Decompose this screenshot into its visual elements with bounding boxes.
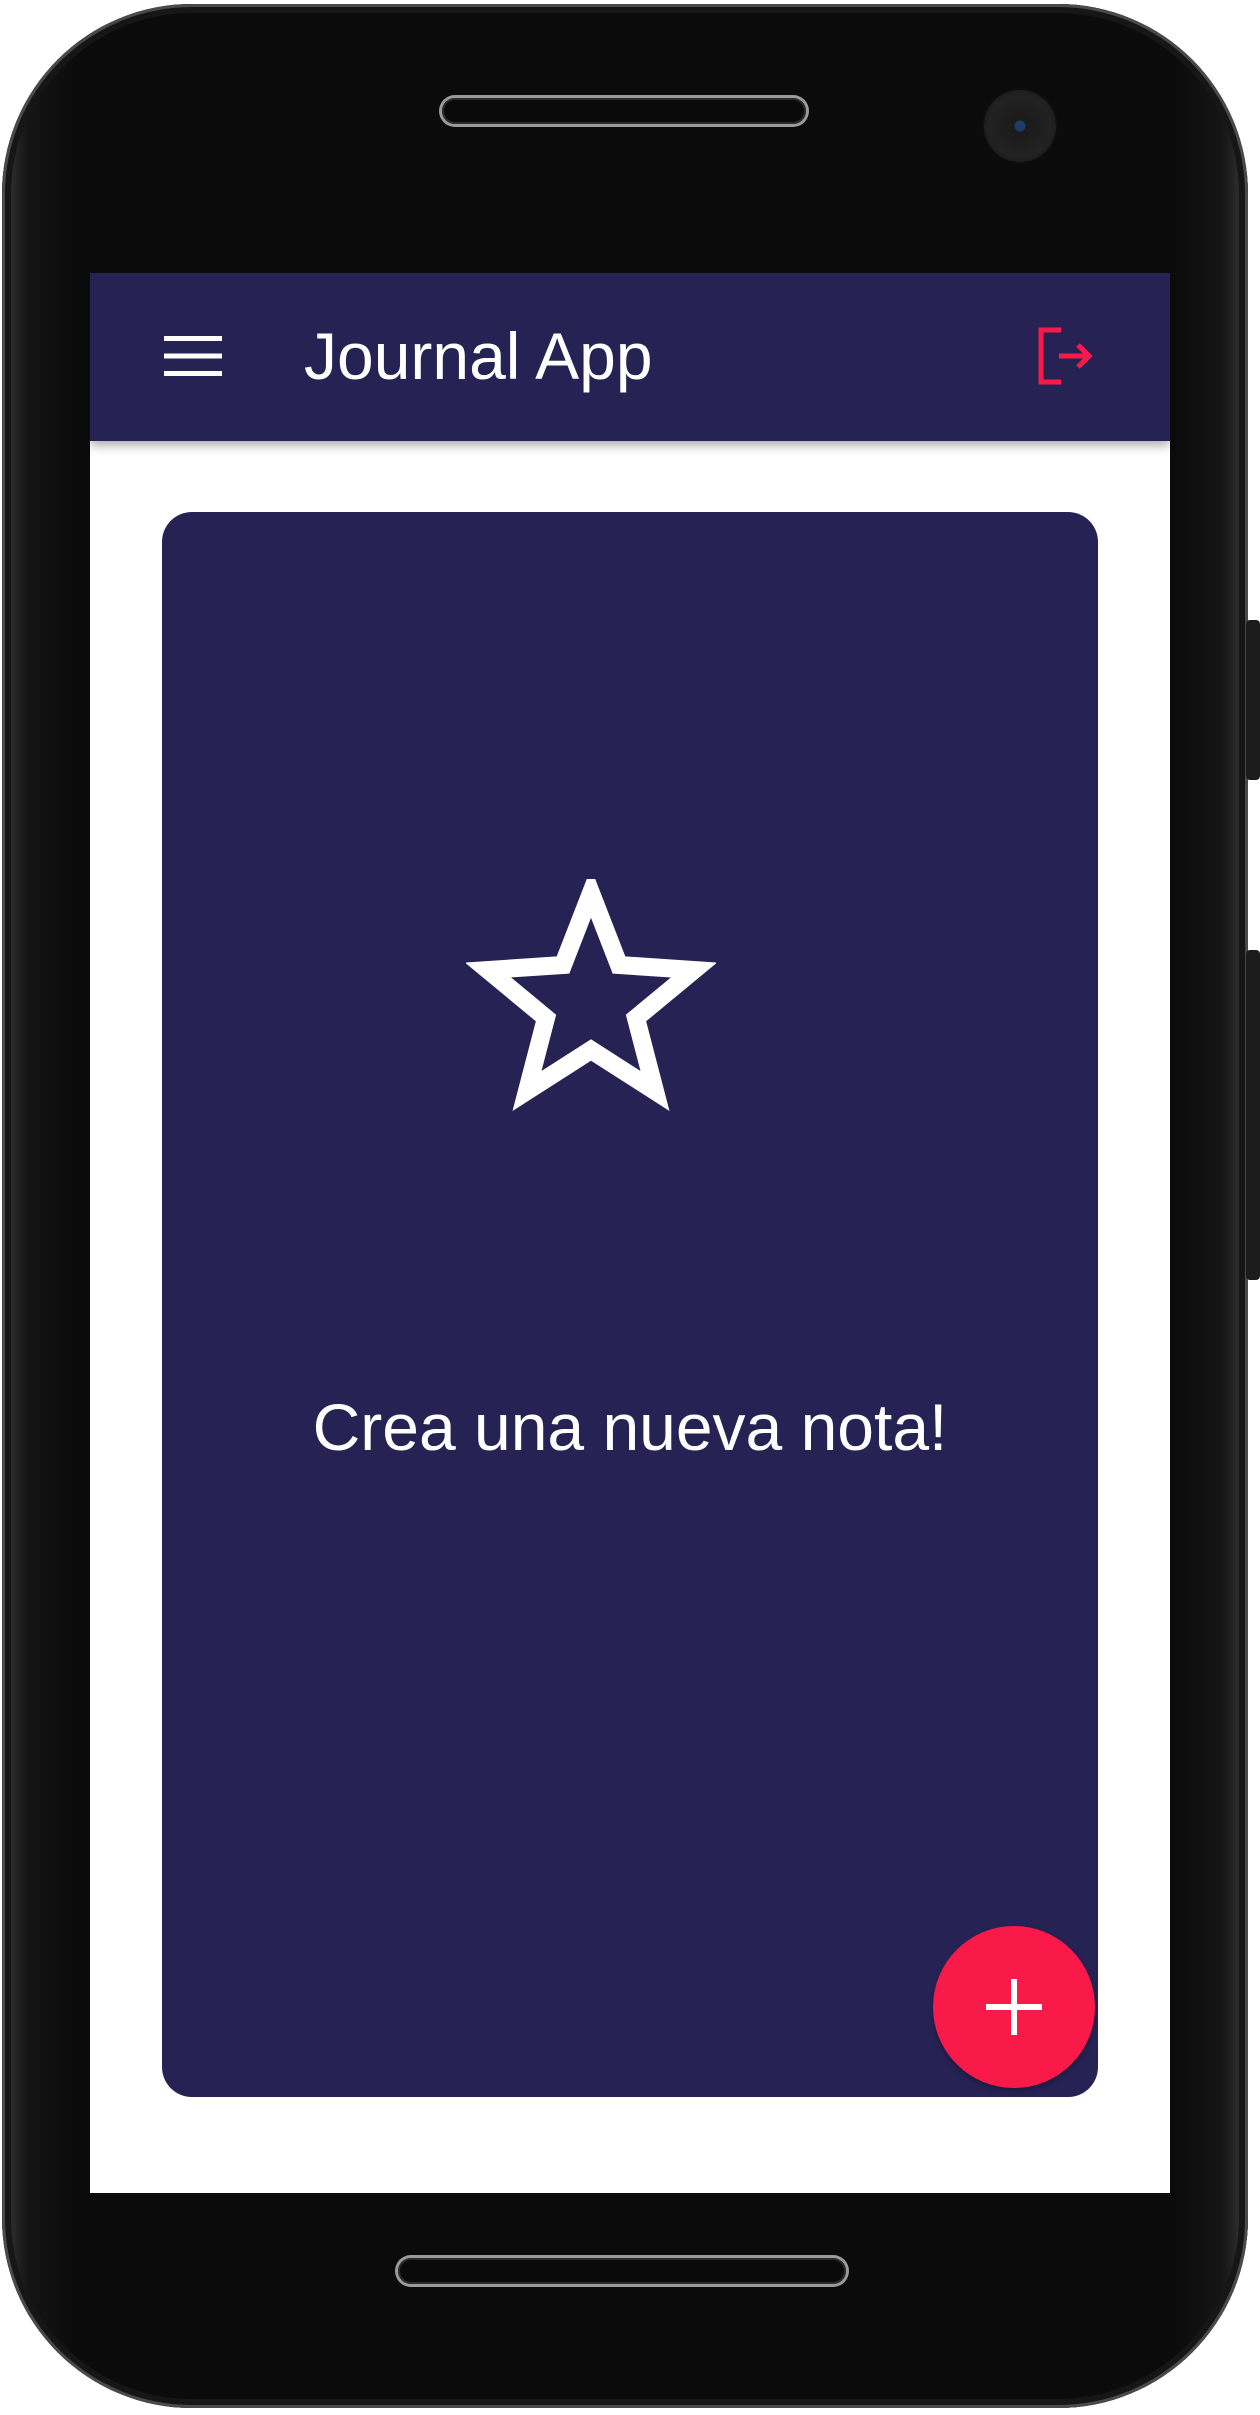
menu-button[interactable] — [150, 313, 236, 399]
app-bar: Journal App — [90, 273, 1170, 441]
device-frame: Journal App Crea una nueva nota! — [0, 0, 1260, 2415]
add-icon — [986, 1979, 1042, 2035]
bottom-speaker — [398, 2258, 846, 2284]
logout-icon — [1038, 327, 1093, 385]
star-outline-icon — [466, 879, 716, 1111]
logout-button[interactable] — [1022, 313, 1108, 399]
app-screen: Journal App Crea una nueva nota! — [90, 273, 1170, 2193]
volume-button — [1246, 950, 1260, 1280]
empty-state-card — [162, 512, 1098, 2097]
front-camera — [984, 90, 1056, 162]
add-note-button[interactable] — [933, 1926, 1095, 2088]
power-button — [1246, 620, 1260, 780]
app-title: Journal App — [304, 319, 653, 393]
hamburger-menu-icon — [164, 336, 222, 376]
empty-state-message: Crea una nueva nota! — [312, 1390, 948, 1464]
earpiece-speaker — [442, 98, 806, 124]
